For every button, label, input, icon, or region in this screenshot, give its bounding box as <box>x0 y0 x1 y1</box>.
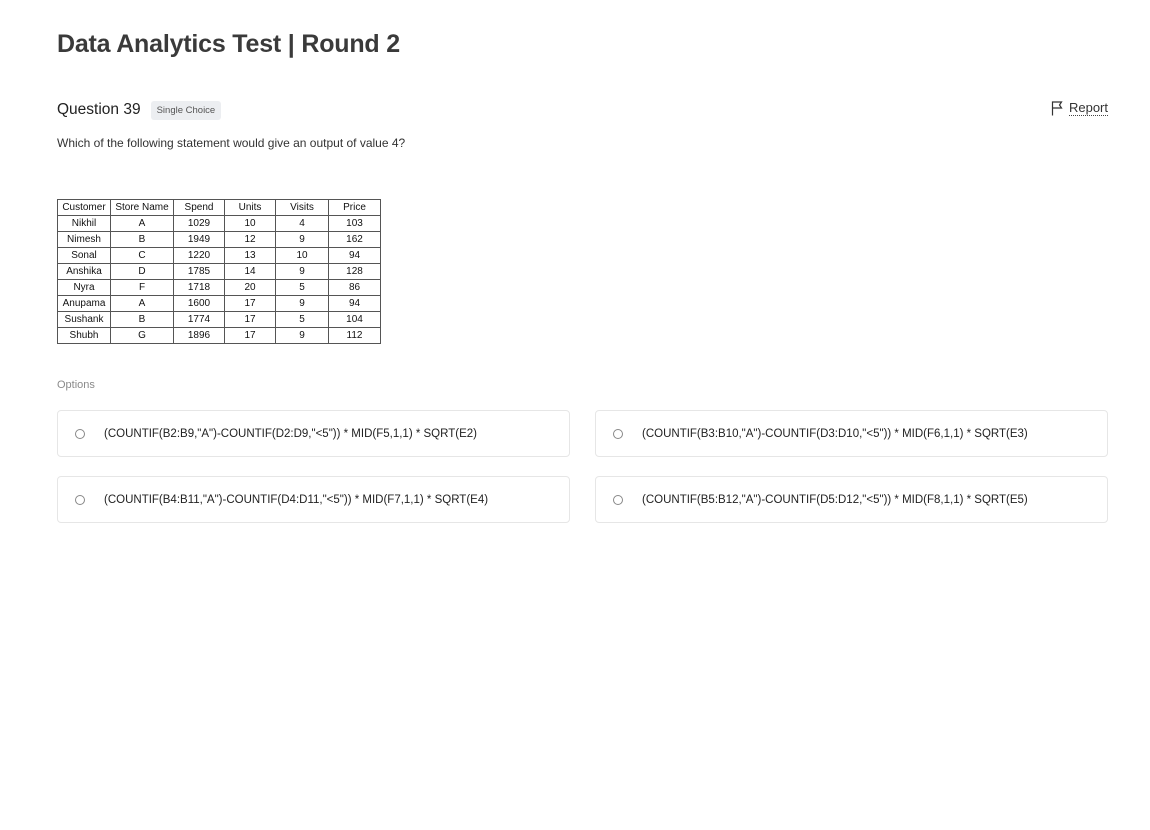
table-row: Nikhil A 1029 10 4 103 <box>57 215 381 232</box>
table-cell: Shubh <box>57 327 111 344</box>
report-button[interactable]: Report <box>1051 100 1108 116</box>
table-cell: 14 <box>224 263 276 280</box>
data-table: Customer Store Name Spend Units Visits P… <box>57 199 381 344</box>
table-cell: 1600 <box>173 295 225 312</box>
table-cell: 1774 <box>173 311 225 328</box>
table-cell: 9 <box>275 231 329 248</box>
column-header: Visits <box>275 199 329 216</box>
table-row: Sushank B 1774 17 5 104 <box>57 311 381 328</box>
table-cell: 104 <box>328 311 381 328</box>
table-cell: 5 <box>275 311 329 328</box>
table-cell: Nyra <box>57 279 111 296</box>
option-text: (COUNTIF(B2:B9,"A")-COUNTIF(D2:D9,"<5"))… <box>104 427 477 440</box>
option-text: (COUNTIF(B4:B11,"A")-COUNTIF(D4:D11,"<5"… <box>104 493 489 506</box>
column-header: Spend <box>173 199 225 216</box>
question-number: Question 39 <box>57 101 141 118</box>
table-cell: 1220 <box>173 247 225 264</box>
table-row: Nimesh B 1949 12 9 162 <box>57 231 381 248</box>
radio-button[interactable] <box>613 428 623 439</box>
column-header: Units <box>224 199 276 216</box>
table-cell: 103 <box>328 215 381 232</box>
question-header: Question 39 Single Choice Report <box>57 98 1108 122</box>
option-4[interactable]: (COUNTIF(B5:B12,"A")-COUNTIF(D5:D12,"<5"… <box>595 476 1108 523</box>
table-cell: 9 <box>275 263 329 280</box>
radio-button[interactable] <box>75 428 85 439</box>
table-cell: 94 <box>328 247 381 264</box>
table-cell: 20 <box>224 279 276 296</box>
table-cell: 1949 <box>173 231 225 248</box>
table-row: Anupama A 1600 17 9 94 <box>57 295 381 312</box>
flag-icon <box>1051 100 1063 116</box>
table-cell: 17 <box>224 311 276 328</box>
table-cell: Anupama <box>57 295 111 312</box>
radio-button[interactable] <box>613 494 623 505</box>
column-header: Store Name <box>110 199 174 216</box>
table-cell: 5 <box>275 279 329 296</box>
table-cell: Anshika <box>57 263 111 280</box>
table-cell: 1029 <box>173 215 225 232</box>
table-cell: 13 <box>224 247 276 264</box>
table-cell: A <box>110 295 174 312</box>
table-cell: Sushank <box>57 311 111 328</box>
radio-button[interactable] <box>75 494 85 505</box>
table-body: Nikhil A 1029 10 4 103 Nimesh B 1949 12 9 162 Sonal C… <box>57 215 381 344</box>
page-title: Data Analytics Test | Round 2 <box>57 30 400 58</box>
table-cell: 86 <box>328 279 381 296</box>
table-cell: 9 <box>275 295 329 312</box>
option-3[interactable]: (COUNTIF(B4:B11,"A")-COUNTIF(D4:D11,"<5"… <box>57 476 570 523</box>
question-type-badge: Single Choice <box>150 100 222 120</box>
table-row: Sonal C 1220 13 10 94 <box>57 247 381 264</box>
table-header-row: Customer Store Name Spend Units Visits P… <box>57 199 381 216</box>
table-cell: 112 <box>328 327 381 344</box>
test-page: Data Analytics Test | Round 2 Question 3… <box>0 0 1150 830</box>
table-row: Nyra F 1718 20 5 86 <box>57 279 381 296</box>
option-2[interactable]: (COUNTIF(B3:B10,"A")-COUNTIF(D3:D10,"<5"… <box>595 410 1108 457</box>
options-label: Options <box>57 379 95 391</box>
table-cell: 94 <box>328 295 381 312</box>
table-cell: Nikhil <box>57 215 111 232</box>
table-cell: 128 <box>328 263 381 280</box>
option-text: (COUNTIF(B3:B10,"A")-COUNTIF(D3:D10,"<5"… <box>642 427 1028 440</box>
table-cell: F <box>110 279 174 296</box>
table-cell: G <box>110 327 174 344</box>
table-cell: Nimesh <box>57 231 111 248</box>
table-cell: Sonal <box>57 247 111 264</box>
column-header: Price <box>328 199 381 216</box>
column-header: Customer <box>57 199 111 216</box>
table-row: Shubh G 1896 17 9 112 <box>57 327 381 344</box>
table-cell: D <box>110 263 174 280</box>
table-cell: 1718 <box>173 279 225 296</box>
table-cell: C <box>110 247 174 264</box>
table-cell: 1785 <box>173 263 225 280</box>
table-cell: 10 <box>275 247 329 264</box>
table-cell: B <box>110 231 174 248</box>
table-cell: 1896 <box>173 327 225 344</box>
table-cell: B <box>110 311 174 328</box>
table-cell: A <box>110 215 174 232</box>
question-text: Which of the following statement would g… <box>57 136 406 150</box>
table-row: Anshika D 1785 14 9 128 <box>57 263 381 280</box>
table-cell: 17 <box>224 327 276 344</box>
report-label: Report <box>1068 100 1108 116</box>
option-1[interactable]: (COUNTIF(B2:B9,"A")-COUNTIF(D2:D9,"<5"))… <box>57 410 570 457</box>
table-cell: 9 <box>275 327 329 344</box>
table-cell: 17 <box>224 295 276 312</box>
table-cell: 10 <box>224 215 276 232</box>
option-text: (COUNTIF(B5:B12,"A")-COUNTIF(D5:D12,"<5"… <box>642 493 1028 506</box>
table-cell: 162 <box>328 231 381 248</box>
table-cell: 12 <box>224 231 276 248</box>
table-cell: 4 <box>275 215 329 232</box>
